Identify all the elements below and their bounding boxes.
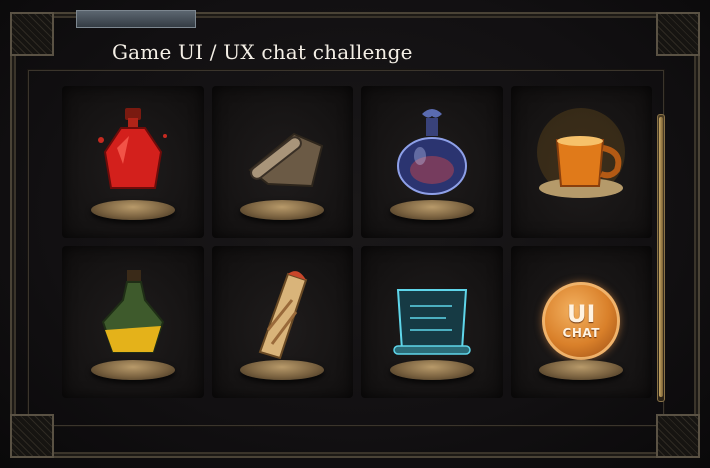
red-potion-icon: [83, 100, 183, 210]
wrap-food-icon: [232, 260, 332, 370]
scroll-icon: [232, 100, 332, 210]
item-pedestal: [240, 200, 325, 220]
inventory-slot-holo-scroll[interactable]: [361, 246, 503, 398]
green-potion-icon: [83, 260, 183, 370]
inventory-slot-scroll[interactable]: [211, 86, 353, 238]
mug-icon: [531, 100, 631, 210]
inventory-window: Game UI / UX chat challenge UI CHAT: [0, 0, 710, 468]
item-pedestal: [90, 200, 175, 220]
corner-ornament: [10, 12, 54, 56]
item-pedestal: [240, 360, 325, 380]
inventory-slot-mug[interactable]: [510, 86, 652, 238]
inventory-slot-blue-potion[interactable]: [361, 86, 503, 238]
corner-ornament: [656, 12, 700, 56]
window-title: Game UI / UX chat challenge: [112, 40, 413, 64]
corner-ornament: [10, 414, 54, 458]
scrollbar-thumb[interactable]: [659, 117, 663, 397]
header-tab[interactable]: [76, 10, 196, 28]
inventory-slot-red-potion[interactable]: [62, 86, 204, 238]
inventory-slot-ui-chat[interactable]: UI CHAT: [510, 246, 652, 398]
inventory-grid: UI CHAT: [62, 86, 652, 398]
item-pedestal: [539, 360, 624, 380]
inventory-slot-green-potion[interactable]: [62, 246, 204, 398]
blue-potion-icon: [382, 100, 482, 210]
item-pedestal: [90, 360, 175, 380]
ui-chat-badge-icon: UI CHAT: [542, 282, 621, 360]
holo-scroll-icon: [382, 260, 482, 370]
item-pedestal: [389, 200, 474, 220]
inventory-slot-wrap[interactable]: [211, 246, 353, 398]
corner-ornament: [656, 414, 700, 458]
item-pedestal: [389, 360, 474, 380]
inventory-scrollbar[interactable]: [657, 114, 665, 402]
badge-line-1: UI: [567, 300, 596, 328]
badge-line-2: CHAT: [562, 326, 600, 340]
